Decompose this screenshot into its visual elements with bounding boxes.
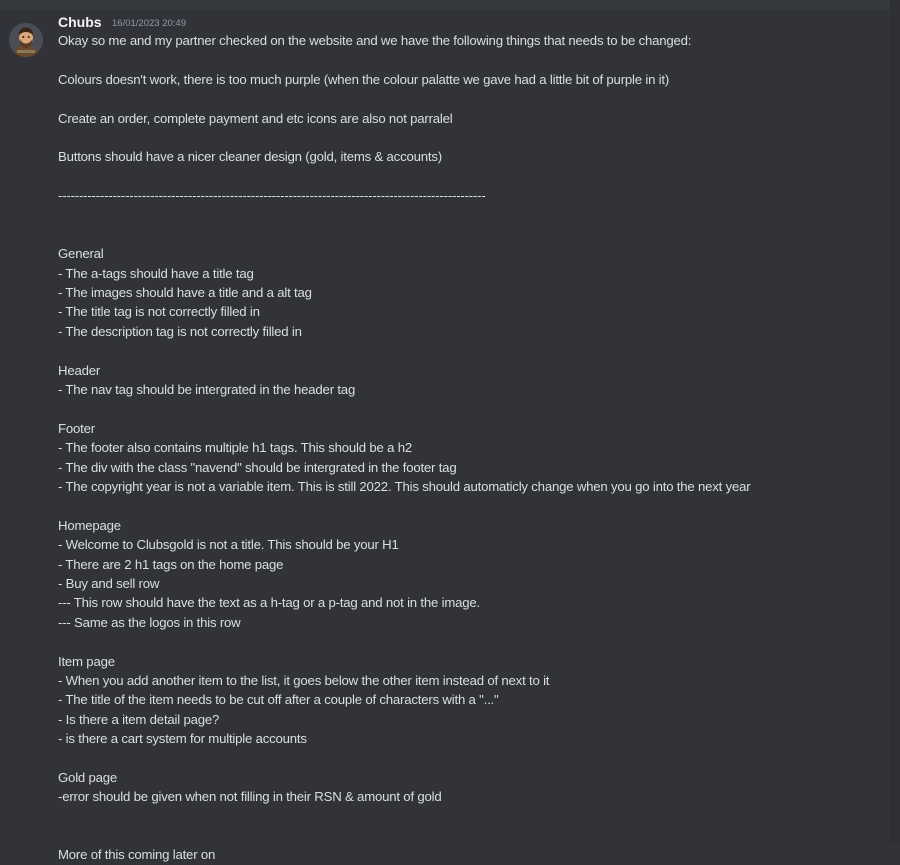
message-line: - Welcome to Clubsgold is not a title. T… <box>58 537 399 553</box>
message-line: - The copyright year is not a variable i… <box>58 478 751 494</box>
message-line: - The title of the item needs to be cut … <box>58 692 499 708</box>
message-line: ----------------------------------------… <box>58 188 486 204</box>
message-line: - Is there a item detail page? <box>58 711 220 727</box>
message-line: - The title tag is not correctly filled … <box>58 304 260 320</box>
message-line: - Buy and sell row <box>58 575 160 591</box>
message-line: --- This row should have the text as a h… <box>58 595 480 611</box>
message-line: - The footer also contains multiple h1 t… <box>58 440 412 456</box>
message-line: -error should be given when not filling … <box>58 789 442 805</box>
message-line: General <box>58 246 104 262</box>
user-avatar-icon[interactable] <box>9 23 43 57</box>
message-line: Header <box>58 362 101 378</box>
chat-message: Chubs 16/01/2023 20:49 Okay so me and my… <box>0 10 890 862</box>
username[interactable]: Chubs <box>58 14 102 30</box>
message-line: Gold page <box>58 769 118 785</box>
message-line: - When you add another item to the list,… <box>58 672 550 688</box>
message-line: Create an order, complete payment and et… <box>58 110 453 126</box>
message-timestamp[interactable]: 16/01/2023 20:49 <box>112 18 186 29</box>
message-line: - There are 2 h1 tags on the home page <box>58 556 284 572</box>
message-content: Okay so me and my partner checked on the… <box>58 31 878 865</box>
message-line: - The nav tag should be intergrated in t… <box>58 382 356 398</box>
message-line: Homepage <box>58 517 121 533</box>
message-line: - is there a cart system for multiple ac… <box>58 731 307 747</box>
message-line: Item page <box>58 653 115 669</box>
scrollbar-track[interactable] <box>890 0 900 845</box>
message-line: - The div with the class "navend" should… <box>58 459 457 475</box>
message-line: Footer <box>58 420 95 436</box>
message-line: More of this coming later on <box>58 847 216 863</box>
message-line: Buttons should have a nicer cleaner desi… <box>58 149 442 165</box>
message-line: - The images should have a title and a a… <box>58 285 312 301</box>
message-line: Colours doesn't work, there is too much … <box>58 71 670 87</box>
message-line: - The description tag is not correctly f… <box>58 323 302 339</box>
message-line: --- Same as the logos in this row <box>58 614 241 630</box>
message-header: Chubs 16/01/2023 20:49 <box>58 13 186 31</box>
message-line: Okay so me and my partner checked on the… <box>58 33 692 48</box>
message-line: - The a-tags should have a title tag <box>58 265 254 281</box>
top-strip <box>0 0 900 10</box>
